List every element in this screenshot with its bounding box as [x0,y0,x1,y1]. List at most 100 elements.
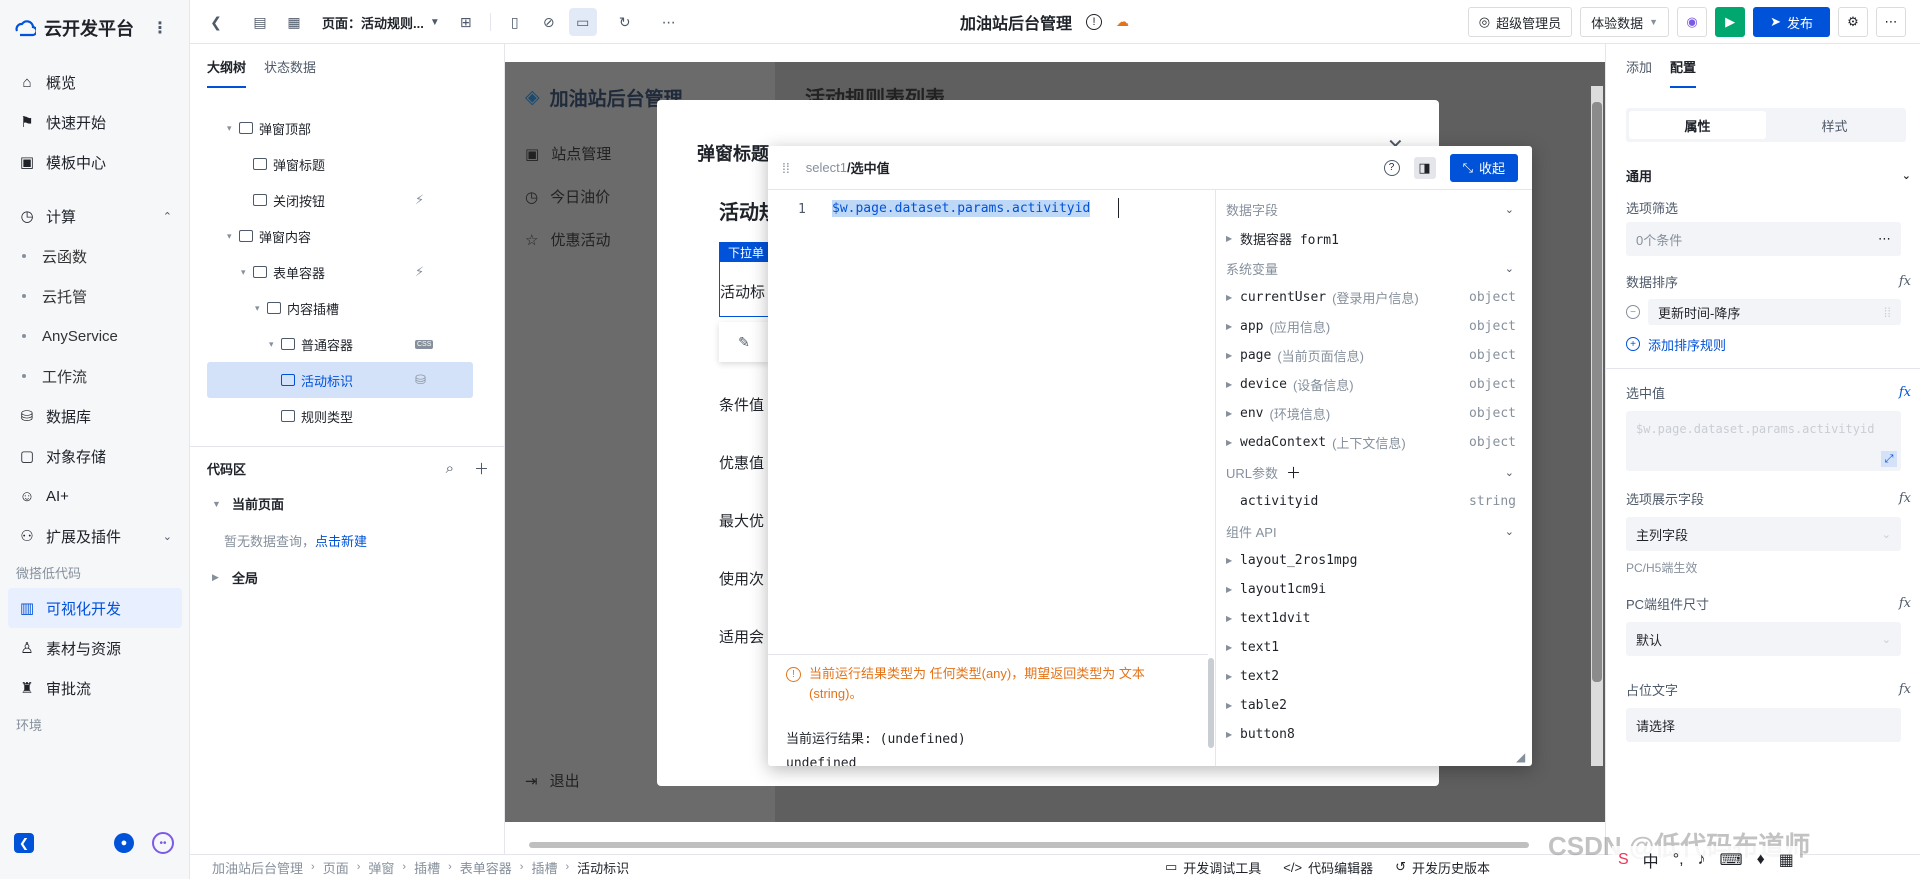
tree-node[interactable]: ▾ 弹窗内容 [207,218,473,254]
nav-item-0[interactable]: ⌂ 概览 [8,62,182,102]
remove-icon[interactable]: − [1626,305,1640,319]
refresh-icon[interactable]: ↻ [611,8,639,36]
section-general[interactable]: 通用 ⌄ [1606,160,1920,190]
collapse-button[interactable]: ⤡ 收起 [1449,153,1518,182]
settings-icon[interactable]: ⚙ [1838,7,1868,37]
section-component-api[interactable]: 组件 API ⌄ [1216,516,1532,546]
code-editor[interactable]: 1 $w.page.dataset.params.activityid [768,190,1215,654]
size-select[interactable]: 默认 ⌄ [1626,622,1901,656]
tab-config[interactable]: 配置 [1670,44,1697,88]
breadcrumb-item[interactable]: 页面 › [323,858,361,877]
info-icon[interactable]: ! [1086,14,1103,30]
nav-sub-item[interactable]: 云托管 [8,276,182,316]
var-item[interactable]: ▶ wedaContext (上下文信息) object [1216,428,1532,457]
scrollbar-thumb[interactable] [1592,102,1602,682]
more-icon[interactable]: ⋯ [1878,231,1891,247]
var-item[interactable]: ▶ 数据容器 form1 [1216,224,1532,253]
var-item[interactable]: ▶ currentUser (登录用户信息) object [1216,283,1532,312]
fx-icon[interactable]: fx [1899,596,1911,611]
breadcrumb-item[interactable]: 弹窗 › [368,858,406,877]
nav-sub-item[interactable]: 工作流 [8,356,182,396]
section-system-vars[interactable]: 系统变量 ⌄ [1216,253,1532,283]
var-item[interactable]: ▶ device (设备信息) object [1216,370,1532,399]
menu-item-promotions[interactable]: ☆ 优惠活动 [525,218,611,261]
brand[interactable]: 云开发平台 ⋮ [14,14,168,42]
add-icon[interactable]: ＋ [1286,462,1301,483]
add-page-icon[interactable]: ⊞ [452,8,480,36]
page-selector[interactable]: 页面：活动规则... [322,13,424,32]
var-item[interactable]: ▶ button8 [1216,720,1532,749]
horizontal-scrollbar[interactable] [529,842,1529,848]
caret-icon[interactable]: ▾ [269,339,281,350]
tree-node[interactable]: ▾ 表单容器 ⚡ [207,254,473,290]
nav-item2-2[interactable]: ☺ AI+ [8,476,182,516]
global-node[interactable]: ▶ 全局 [212,568,258,587]
drag-handle-icon[interactable]: ⁞⁞ [782,160,790,176]
chevron-down-icon[interactable]: ⌄ [163,530,172,543]
filter-input[interactable]: 0个条件 ⋯ [1626,222,1901,256]
drag-handle-icon[interactable]: ⁞⁞ [1884,305,1891,320]
expand-icon[interactable]: ⤢ [1881,451,1897,467]
segment-properties[interactable]: 属性 [1629,111,1766,139]
tree-node[interactable]: 规则类型 [207,398,473,434]
tree-node[interactable]: ▾ 普通容器 CSS [207,326,473,362]
caret-icon[interactable]: ▾ [255,303,267,314]
fx-icon[interactable]: fx [1899,385,1911,400]
segment-styles[interactable]: 样式 [1766,111,1903,139]
var-item[interactable]: activityid string [1216,487,1532,516]
chevron-up-icon[interactable]: ⌃ [163,210,172,223]
panel-toggle-icon[interactable]: ◨ [1413,156,1436,179]
nav-lowcode-0[interactable]: ▥ 可视化开发 [8,588,182,628]
caret-icon[interactable]: ▾ [241,267,253,278]
nav-item2-3[interactable]: ⚇ 扩展及插件 ⌄ [8,516,182,556]
nav-lowcode-1[interactable]: ♙ 素材与资源 [8,628,182,668]
tab-outline-tree[interactable]: 大纲树 [207,44,247,88]
expression-code[interactable]: $w.page.dataset.params.activityid [832,200,1091,217]
ime-keyboard-icon[interactable]: ⌨ [1720,850,1743,870]
collapse-icon[interactable]: ❮ [14,833,34,853]
help-icon[interactable]: ? [1383,159,1400,176]
nav-item-compute[interactable]: ◷ 计算 ⌃ [8,196,182,236]
css-badge-icon[interactable]: CSS [415,339,434,349]
nav-sub-item[interactable]: AnyService [8,316,182,356]
search-icon[interactable]: ⌕ [446,460,454,477]
add-sort-rule-button[interactable]: + 添加排序规则 [1606,328,1920,360]
mobile-icon[interactable]: ▯ [501,8,529,36]
publish-button[interactable]: ➤ 发布 [1753,7,1830,37]
breadcrumb-item[interactable]: 插槽 › [531,858,569,877]
tree-node[interactable]: 活动标识 ⛁ [207,362,473,398]
tree-node[interactable]: ▾ 内容插槽 [207,290,473,326]
tab-state-data[interactable]: 状态数据 [264,44,316,88]
data-mode-select[interactable]: 体验数据 ▼ [1580,7,1670,37]
var-item[interactable]: ▶ layout1cm9i [1216,575,1532,604]
tree-node[interactable]: 关闭按钮 ⚡ [207,182,473,218]
var-item[interactable]: ▶ layout_2ros1mpg [1216,546,1532,575]
page-icon[interactable]: ▤ [246,8,274,36]
ime-logo-icon[interactable]: S [1618,851,1629,869]
nav-sub-item[interactable]: 云函数 [8,236,182,276]
user-avatar-icon[interactable]: ● [114,833,134,853]
ime-skin-icon[interactable]: ♦ [1757,851,1765,869]
tree-node[interactable]: ▾ 弹窗顶部 [207,110,473,146]
bolt-icon[interactable]: ⚡ [415,264,424,280]
history-button[interactable]: ↺ 开发历史版本 [1395,858,1490,877]
fx-icon[interactable]: fx [1899,682,1911,697]
nav-item2-1[interactable]: ▢ 对象存储 [8,436,182,476]
debug-tools-button[interactable]: ▭ 开发调试工具 [1165,858,1261,877]
logout-item[interactable]: ⇥ 退出 [525,770,580,791]
breadcrumb-item[interactable]: 表单容器 › [460,858,524,877]
var-item[interactable]: ▶ text1 [1216,633,1532,662]
preview-play-button[interactable]: ▶ [1715,7,1746,37]
ime-punct-icon[interactable]: °, [1673,851,1684,869]
add-icon[interactable]: ＋ [474,458,489,479]
canvas-scrollbar[interactable] [1591,86,1603,766]
var-item[interactable]: ▶ text1dvit [1216,604,1532,633]
ime-apps-icon[interactable]: ▦ [1779,850,1794,870]
user-role-button[interactable]: ◎ 超级管理员 [1467,7,1573,37]
nav-item-1[interactable]: ⚑ 快速开始 [8,102,182,142]
fx-icon[interactable]: fx [1899,491,1911,506]
link-icon[interactable]: ⊘ [535,8,563,36]
fx-icon[interactable]: fx [1899,274,1911,289]
desktop-icon[interactable]: ▭ [568,8,597,36]
var-item[interactable]: ▶ app (应用信息) object [1216,312,1532,341]
